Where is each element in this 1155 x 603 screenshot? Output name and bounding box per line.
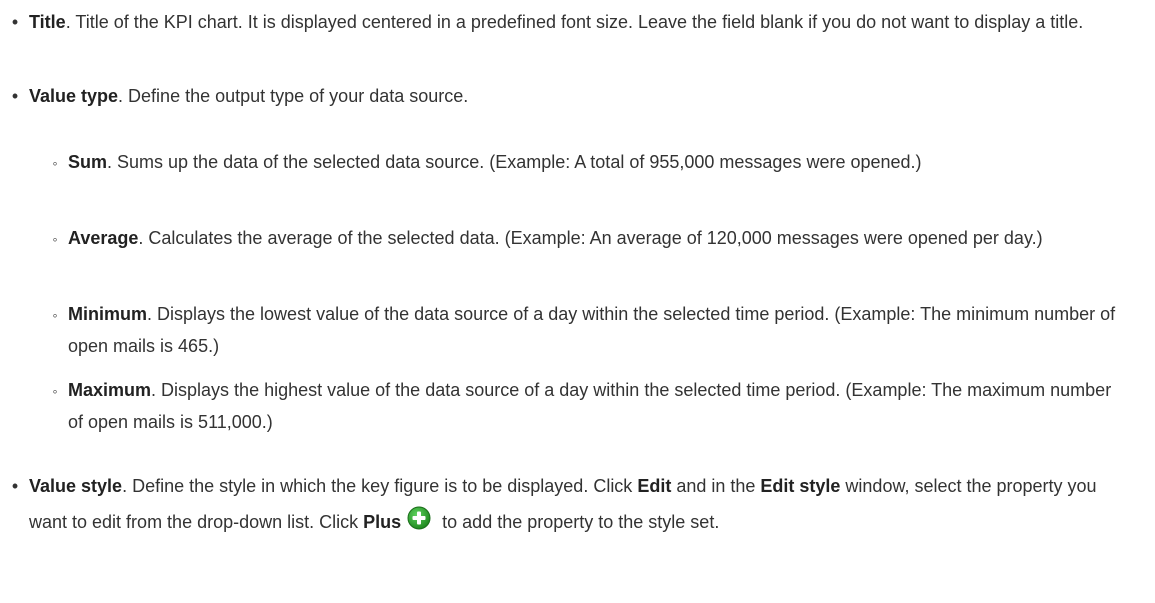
description: . Define the style in which the key figu… bbox=[122, 476, 638, 496]
bullet bbox=[8, 468, 22, 504]
sub-bullet bbox=[48, 298, 62, 331]
sub-item-text: Average. Calculates the average of the s… bbox=[68, 222, 1128, 254]
term-value-style: Value style bbox=[29, 476, 123, 496]
sub-bullet bbox=[48, 146, 62, 179]
sub-bullet bbox=[48, 222, 62, 255]
description: and in the bbox=[671, 476, 761, 496]
term-minimum: Minimum bbox=[68, 304, 147, 324]
description: to add the property to the style set. bbox=[437, 512, 720, 532]
description: . Sums up the data of the selected data … bbox=[107, 152, 922, 172]
sub-bullet bbox=[48, 374, 62, 407]
term-value-type: Value type bbox=[29, 86, 119, 106]
bullet bbox=[8, 80, 22, 112]
description: . Displays the lowest value of the data … bbox=[68, 304, 1116, 356]
document-body: Title. Title of the KPI chart. It is dis… bbox=[0, 0, 1155, 603]
term-average: Average bbox=[68, 228, 139, 248]
sub-item-text: Sum. Sums up the data of the selected da… bbox=[68, 146, 1128, 178]
bullet bbox=[8, 6, 22, 38]
list-item-text: Value style. Define the style in which t… bbox=[29, 468, 1134, 540]
sub-item-text: Maximum. Displays the highest value of t… bbox=[68, 374, 1128, 438]
sub-item-text: Minimum. Displays the lowest value of th… bbox=[68, 298, 1128, 362]
plus-circle-icon bbox=[407, 506, 431, 530]
term-maximum: Maximum bbox=[68, 380, 152, 400]
term-edit: Edit bbox=[637, 476, 672, 496]
term-sum: Sum bbox=[68, 152, 108, 172]
term-plus: Plus bbox=[363, 512, 402, 532]
description: . Define the output type of your data so… bbox=[118, 86, 469, 106]
description: . Title of the KPI chart. It is displaye… bbox=[65, 12, 1084, 32]
term-title: Title bbox=[29, 12, 66, 32]
list-item-text: Value type. Define the output type of yo… bbox=[29, 80, 1134, 112]
term-edit-style: Edit style bbox=[760, 476, 841, 496]
list-item-text: Title. Title of the KPI chart. It is dis… bbox=[29, 6, 1134, 38]
description: . Displays the highest value of the data… bbox=[68, 380, 1112, 432]
description: . Calculates the average of the selected… bbox=[138, 228, 1043, 248]
